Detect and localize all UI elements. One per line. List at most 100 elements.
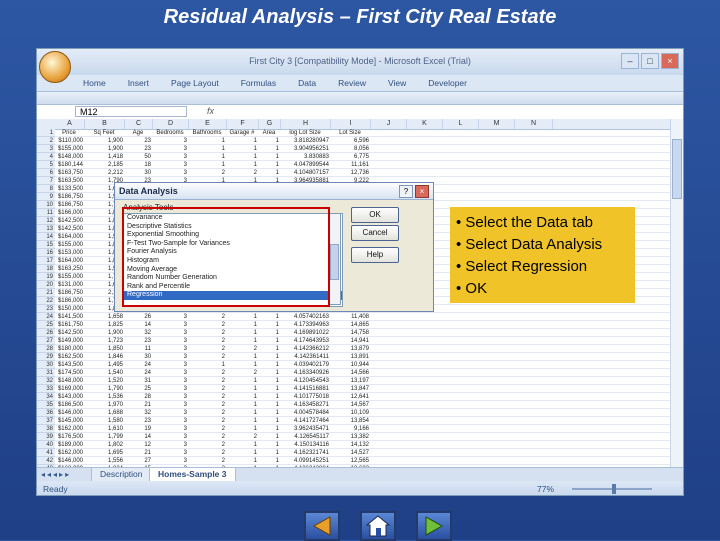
table-cell[interactable]: 1,900	[85, 145, 125, 153]
table-cell[interactable]: $153,000	[55, 249, 85, 257]
column-title-cell[interactable]: log Lot Size	[281, 129, 331, 137]
column-header[interactable]: B	[85, 119, 125, 129]
row-header[interactable]: 23	[37, 305, 55, 313]
table-cell[interactable]: 2,212	[85, 169, 125, 177]
table-cell[interactable]: 1	[259, 353, 281, 361]
row-header[interactable]: 18	[37, 265, 55, 273]
table-cell[interactable]: 3	[153, 313, 189, 321]
table-cell[interactable]: 1,850	[85, 345, 125, 353]
nav-home-button[interactable]	[360, 511, 396, 541]
row-header[interactable]: 9	[37, 193, 55, 201]
row-header[interactable]: 32	[37, 377, 55, 385]
table-cell[interactable]: $148,000	[55, 153, 85, 161]
column-header[interactable]: K	[407, 119, 443, 129]
row-header[interactable]: 35	[37, 401, 55, 409]
table-cell[interactable]: 3.962435471	[281, 425, 331, 433]
table-cell[interactable]: 2	[189, 385, 227, 393]
table-cell[interactable]: $163,250	[55, 265, 85, 273]
table-cell[interactable]: $189,000	[55, 441, 85, 449]
table-cell[interactable]: 2	[227, 345, 259, 353]
table-cell[interactable]: $186,750	[55, 193, 85, 201]
table-cell[interactable]: 3	[153, 449, 189, 457]
table-cell[interactable]: 3	[153, 425, 189, 433]
table-cell[interactable]: 27	[125, 457, 153, 465]
table-cell[interactable]: 2	[189, 449, 227, 457]
table-cell[interactable]: 10,109	[331, 409, 371, 417]
table-cell[interactable]: 1,540	[85, 369, 125, 377]
row-header[interactable]: 11	[37, 209, 55, 217]
column-header[interactable]: H	[281, 119, 331, 129]
table-cell[interactable]: 1	[259, 345, 281, 353]
maximize-button[interactable]: □	[641, 53, 659, 69]
table-cell[interactable]: 1,536	[85, 393, 125, 401]
table-cell[interactable]: 1	[259, 313, 281, 321]
table-cell[interactable]: 1	[259, 417, 281, 425]
table-cell[interactable]: $174,500	[55, 369, 85, 377]
analysis-tool-item[interactable]: F-Test Two-Sample for Variances	[124, 240, 342, 249]
table-cell[interactable]: $166,000	[55, 209, 85, 217]
table-cell[interactable]: 6,775	[331, 153, 371, 161]
table-cell[interactable]: $186,500	[55, 401, 85, 409]
table-cell[interactable]: 13,891	[331, 353, 371, 361]
table-cell[interactable]: $169,000	[55, 385, 85, 393]
table-cell[interactable]: 50	[125, 153, 153, 161]
analysis-tool-item[interactable]: Exponential Smoothing	[124, 231, 342, 240]
table-cell[interactable]: 3.830883	[281, 153, 331, 161]
table-cell[interactable]: 32	[125, 409, 153, 417]
table-cell[interactable]: 3	[153, 137, 189, 145]
table-cell[interactable]: 1	[259, 161, 281, 169]
table-cell[interactable]: $161,750	[55, 321, 85, 329]
row-header[interactable]: 17	[37, 257, 55, 265]
table-cell[interactable]: 1	[259, 433, 281, 441]
analysis-tools-list[interactable]: Covariance Descriptive Statistics Exponent…	[123, 213, 343, 307]
close-button[interactable]: ×	[661, 53, 679, 69]
table-cell[interactable]: 25	[125, 385, 153, 393]
row-header[interactable]: 36	[37, 409, 55, 417]
table-cell[interactable]: 1	[189, 361, 227, 369]
row-header[interactable]: 37	[37, 417, 55, 425]
table-cell[interactable]: 30	[125, 353, 153, 361]
row-header[interactable]: 14	[37, 233, 55, 241]
table-cell[interactable]: 3	[153, 457, 189, 465]
row-header[interactable]: 20	[37, 281, 55, 289]
table-cell[interactable]: 3	[153, 145, 189, 153]
table-cell[interactable]: 2	[189, 337, 227, 345]
table-cell[interactable]: 2,185	[85, 161, 125, 169]
help-button[interactable]: Help	[351, 247, 399, 263]
table-cell[interactable]: 14,527	[331, 449, 371, 457]
table-cell[interactable]: 4.163340926	[281, 369, 331, 377]
table-cell[interactable]: 4.141727464	[281, 417, 331, 425]
table-cell[interactable]: $110,000	[55, 137, 85, 145]
table-cell[interactable]: $176,500	[55, 433, 85, 441]
table-cell[interactable]: 1	[227, 417, 259, 425]
row-header[interactable]: 1	[37, 129, 55, 137]
table-cell[interactable]: $146,000	[55, 409, 85, 417]
table-cell[interactable]: $155,000	[55, 241, 85, 249]
table-cell[interactable]: 24	[125, 369, 153, 377]
table-cell[interactable]: 1	[227, 457, 259, 465]
dialog-close-icon[interactable]: ×	[415, 185, 429, 198]
column-title-cell[interactable]: Lot Size	[331, 129, 371, 137]
table-cell[interactable]: 1,802	[85, 441, 125, 449]
table-cell[interactable]: 4.126545117	[281, 433, 331, 441]
sheet-tab-homes-sample-3[interactable]: Homes-Sample 3	[149, 468, 236, 482]
row-header[interactable]: 31	[37, 369, 55, 377]
table-cell[interactable]: $145,000	[55, 417, 85, 425]
table-cell[interactable]: 4.057402163	[281, 313, 331, 321]
table-cell[interactable]: $142,500	[55, 217, 85, 225]
table-cell[interactable]: $162,500	[55, 353, 85, 361]
tab-formulas[interactable]: Formulas	[241, 78, 276, 88]
analysis-tool-item[interactable]: Covariance	[124, 214, 342, 223]
table-cell[interactable]: 6,596	[331, 137, 371, 145]
row-header[interactable]: 24	[37, 313, 55, 321]
table-cell[interactable]: 1	[259, 329, 281, 337]
analysis-tool-item[interactable]: Moving Average	[124, 266, 342, 275]
analysis-tools-scrollbar[interactable]	[329, 213, 341, 305]
column-header[interactable]: I	[331, 119, 371, 129]
table-cell[interactable]: $142,500	[55, 329, 85, 337]
column-header[interactable]: A	[55, 119, 85, 129]
table-cell[interactable]: 1	[259, 457, 281, 465]
row-header[interactable]: 16	[37, 249, 55, 257]
table-cell[interactable]: 13,382	[331, 433, 371, 441]
table-cell[interactable]: $141,500	[55, 313, 85, 321]
